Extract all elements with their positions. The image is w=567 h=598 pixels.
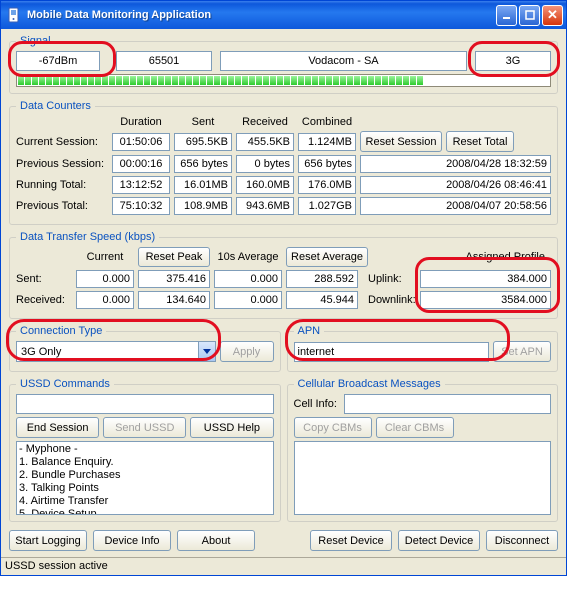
- row-label: Running Total:: [16, 179, 108, 191]
- recv-cur: 0.000: [76, 291, 134, 309]
- ptot-comb: 1.027GB: [298, 197, 356, 215]
- minimize-button[interactable]: [496, 5, 517, 26]
- cur-recv: 455.5KB: [236, 133, 294, 151]
- prev-dur: 00:00:16: [112, 155, 170, 173]
- end-session-button[interactable]: End Session: [16, 417, 99, 438]
- recv-avgpeak: 45.944: [286, 291, 358, 309]
- ussd-response-list[interactable]: - Myphone -1. Balance Enquiry.2. Bundle …: [16, 441, 274, 515]
- cur-dur: 01:50:06: [112, 133, 170, 151]
- row-label: Current Session:: [16, 136, 108, 148]
- signal-bar: [16, 74, 551, 87]
- row-label: Previous Total:: [16, 200, 108, 212]
- row-label: Previous Session:: [16, 158, 108, 170]
- cur-comb: 1.124MB: [298, 133, 356, 151]
- reset-peak-button[interactable]: Reset Peak: [138, 247, 210, 267]
- reset-device-button[interactable]: Reset Device: [310, 530, 392, 551]
- ptot-recv: 943.6MB: [236, 197, 294, 215]
- conn-group: Connection Type 3G Only Apply: [9, 325, 281, 372]
- close-button[interactable]: ✕: [542, 5, 563, 26]
- disconnect-button[interactable]: Disconnect: [486, 530, 558, 551]
- signal-legend: Signal: [16, 35, 55, 47]
- conn-type-value: 3G Only: [21, 346, 61, 358]
- ussd-legend: USSD Commands: [16, 378, 114, 390]
- counters-legend: Data Counters: [16, 100, 95, 112]
- prev-sent: 656 bytes: [174, 155, 232, 173]
- ptot-dur: 75:10:32: [112, 197, 170, 215]
- conn-legend: Connection Type: [16, 325, 106, 337]
- apn-input[interactable]: internet: [294, 342, 490, 362]
- ptot-sent: 108.9MB: [174, 197, 232, 215]
- cur-sent: 695.5KB: [174, 133, 232, 151]
- recv-label: Received:: [16, 294, 72, 306]
- ptot-ts: 2008/04/07 20:58:56: [360, 197, 551, 215]
- ussd-group: USSD Commands End Session Send USSD USSD…: [9, 378, 281, 522]
- recv-avg: 0.000: [214, 291, 282, 309]
- signal-operator: Vodacom - SA: [220, 51, 467, 71]
- about-button[interactable]: About: [177, 530, 255, 551]
- chevron-down-icon: [198, 342, 215, 361]
- signal-code: 65501: [116, 51, 212, 71]
- window-title: Mobile Data Monitoring Application: [27, 9, 494, 21]
- copy-cbm-button[interactable]: Copy CBMs: [294, 417, 372, 438]
- cellinfo-label: Cell Info:: [294, 398, 340, 410]
- reset-session-button[interactable]: Reset Session: [360, 131, 442, 152]
- uplink-label: Uplink:: [362, 273, 416, 285]
- uplink-value: 384.000: [420, 270, 551, 288]
- hdr-combined: Combined: [298, 116, 356, 128]
- apn-legend: APN: [294, 325, 325, 337]
- run-sent: 16.01MB: [174, 176, 232, 194]
- speed-legend: Data Transfer Speed (kbps): [16, 231, 159, 243]
- sent-label: Sent:: [16, 273, 72, 285]
- cbm-legend: Cellular Broadcast Messages: [294, 378, 445, 390]
- run-ts: 2008/04/26 08:46:41: [360, 176, 551, 194]
- main-window: Mobile Data Monitoring Application ✕ Sig…: [0, 0, 567, 576]
- titlebar: Mobile Data Monitoring Application ✕: [1, 1, 566, 29]
- cellinfo-value: [344, 394, 552, 414]
- cbm-list[interactable]: [294, 441, 552, 515]
- hdr-duration: Duration: [112, 116, 170, 128]
- ussd-input[interactable]: [16, 394, 274, 414]
- run-dur: 13:12:52: [112, 176, 170, 194]
- hdr-10s: 10s Average: [214, 251, 282, 263]
- prev-ts: 2008/04/28 18:32:59: [360, 155, 551, 173]
- status-bar: USSD session active: [1, 557, 566, 575]
- downlink-value: 3584.000: [420, 291, 551, 309]
- apn-group: APN internet Set APN: [287, 325, 559, 372]
- downlink-label: Downlink:: [362, 294, 416, 306]
- hdr-received: Received: [236, 116, 294, 128]
- device-info-button[interactable]: Device Info: [93, 530, 171, 551]
- sent-peak: 375.416: [138, 270, 210, 288]
- send-ussd-button[interactable]: Send USSD: [103, 417, 186, 438]
- set-apn-button[interactable]: Set APN: [493, 341, 551, 362]
- sent-cur: 0.000: [76, 270, 134, 288]
- apply-button[interactable]: Apply: [220, 341, 274, 362]
- signal-group: Signal -67dBm 65501 Vodacom - SA 3G: [9, 35, 558, 94]
- hdr-profile: Assigned Profile: [372, 251, 551, 263]
- ussd-help-button[interactable]: USSD Help: [190, 417, 273, 438]
- signal-tech: 3G: [475, 51, 551, 71]
- prev-recv: 0 bytes: [236, 155, 294, 173]
- reset-total-button[interactable]: Reset Total: [446, 131, 514, 152]
- recv-peak: 134.640: [138, 291, 210, 309]
- hdr-sent: Sent: [174, 116, 232, 128]
- cbm-group: Cellular Broadcast Messages Cell Info: C…: [287, 378, 559, 522]
- run-comb: 176.0MB: [298, 176, 356, 194]
- speed-group: Data Transfer Speed (kbps) Current Reset…: [9, 231, 558, 319]
- signal-dbm: -67dBm: [16, 51, 100, 71]
- sent-avg: 0.000: [214, 270, 282, 288]
- run-recv: 160.0MB: [236, 176, 294, 194]
- sent-avgpeak: 288.592: [286, 270, 358, 288]
- prev-comb: 656 bytes: [298, 155, 356, 173]
- start-logging-button[interactable]: Start Logging: [9, 530, 87, 551]
- maximize-button[interactable]: [519, 5, 540, 26]
- reset-avg-button[interactable]: Reset Average: [286, 247, 368, 267]
- clear-cbm-button[interactable]: Clear CBMs: [376, 417, 454, 438]
- conn-type-select[interactable]: 3G Only: [16, 341, 216, 362]
- counters-group: Data Counters Duration Sent Received Com…: [9, 100, 558, 225]
- detect-device-button[interactable]: Detect Device: [398, 530, 480, 551]
- app-icon: [7, 7, 23, 23]
- hdr-current: Current: [76, 251, 134, 263]
